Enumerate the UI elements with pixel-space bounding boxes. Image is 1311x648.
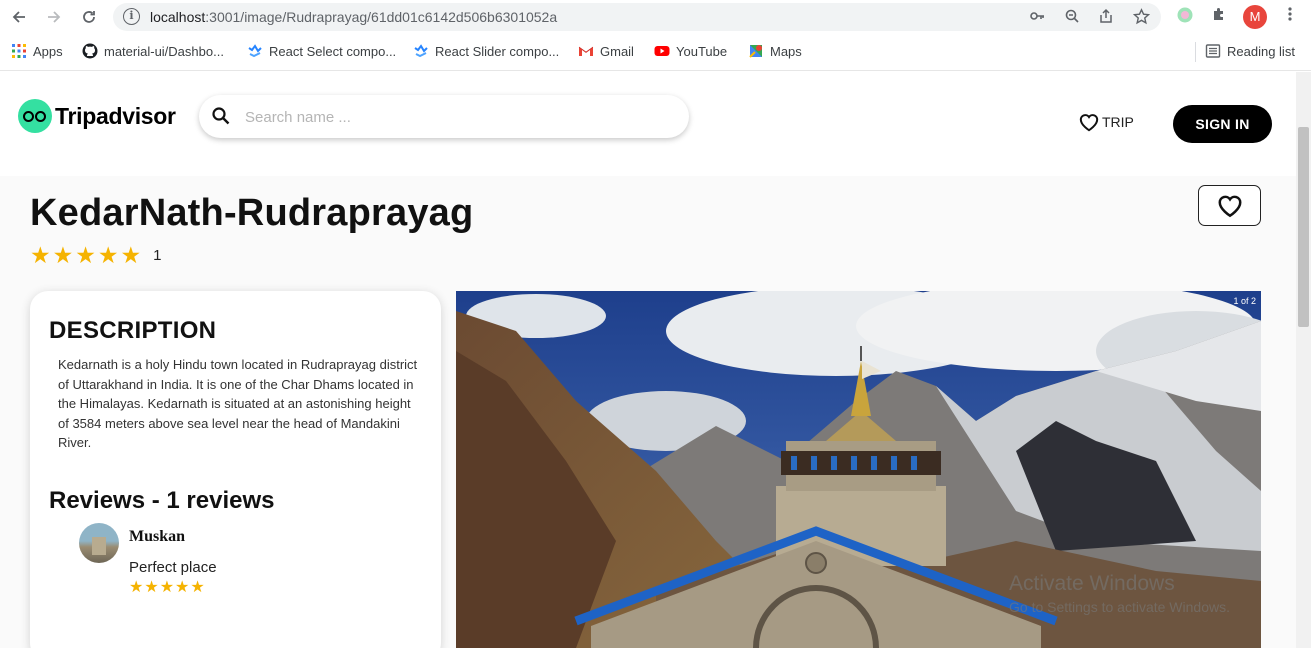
- site-header: Tripadvisor TRIP SIGN IN: [0, 72, 1296, 176]
- gmail-icon: [578, 46, 594, 56]
- bookmark-youtube[interactable]: YouTube: [654, 43, 727, 59]
- watermark-subtitle: Go to Settings to activate Windows.: [1009, 599, 1230, 615]
- star-icon: ★: [144, 579, 159, 596]
- description-text: Kedarnath is a holy Hindu town located i…: [58, 357, 418, 451]
- description-card: DESCRIPTION Kedarnath is a holy Hindu to…: [30, 291, 441, 648]
- url-text: localhost:3001/image/Rudraprayag/61dd01c…: [150, 9, 558, 25]
- reading-list-label: Reading list: [1227, 43, 1295, 59]
- reviews-heading: Reviews - 1 reviews: [49, 487, 275, 514]
- share-icon[interactable]: [1096, 8, 1116, 28]
- puzzle-icon[interactable]: [1208, 6, 1230, 28]
- windows-activation-watermark: Activate Windows Go to Settings to activ…: [1009, 572, 1230, 615]
- key-icon[interactable]: [1027, 8, 1047, 28]
- star-icon: ★: [129, 579, 144, 596]
- react-select-icon: [248, 44, 262, 58]
- bookmark-react-slider[interactable]: React Slider compo...: [413, 43, 559, 59]
- reading-list-button[interactable]: Reading list: [1205, 43, 1295, 59]
- bookmark-label: Gmail: [600, 43, 634, 59]
- heart-icon: [1079, 114, 1099, 132]
- star-icon: ★: [30, 242, 51, 268]
- menu-dots-icon[interactable]: [1279, 6, 1301, 28]
- bookmark-label: Maps: [770, 43, 802, 59]
- tripadvisor-logo[interactable]: Tripadvisor: [18, 99, 176, 133]
- maps-icon: [749, 45, 762, 58]
- place-title: KedarNath-Rudraprayag: [30, 192, 474, 234]
- bookmark-label: React Select compo...: [269, 43, 397, 59]
- description-heading: DESCRIPTION: [49, 317, 217, 344]
- bookmarks-separator: [1195, 42, 1196, 62]
- site-info-icon[interactable]: i: [123, 8, 140, 25]
- bookmark-apps[interactable]: Apps: [11, 43, 63, 59]
- github-icon: [82, 43, 98, 59]
- bookmark-label: material-ui/Dashbo...: [104, 43, 224, 59]
- forward-icon[interactable]: [42, 5, 66, 29]
- star-icon: ★: [52, 242, 74, 268]
- heart-icon: [1218, 195, 1241, 218]
- rating-count: 1: [153, 247, 162, 264]
- star-icon: ★: [190, 579, 205, 596]
- apps-grid-icon: [12, 44, 26, 58]
- owl-icon: [18, 99, 52, 133]
- search-icon: [212, 107, 230, 125]
- star-icon: ★: [120, 242, 142, 268]
- zoom-icon[interactable]: [1062, 8, 1082, 28]
- scrollbar-thumb[interactable]: [1298, 127, 1309, 327]
- page-scrollbar[interactable]: [1296, 72, 1311, 648]
- search-bar[interactable]: [199, 95, 689, 138]
- reviewer-avatar: [79, 523, 119, 563]
- trip-label: TRIP: [1102, 114, 1134, 130]
- youtube-icon: [654, 46, 670, 56]
- address-bar[interactable]: i localhost:3001/image/Rudraprayag/61dd0…: [113, 3, 1161, 31]
- extension-icon[interactable]: [1174, 6, 1196, 28]
- bookmark-label: React Slider compo...: [435, 43, 560, 59]
- photo-counter: 1 of 2: [1233, 296, 1256, 306]
- star-icon: ★: [97, 242, 119, 268]
- star-icon: ★: [159, 579, 175, 596]
- review-rating: ★ ★ ★ ★ ★: [129, 580, 205, 596]
- watermark-title: Activate Windows: [1009, 572, 1175, 595]
- favorite-button[interactable]: [1198, 185, 1261, 226]
- bookmark-label: Apps: [33, 43, 63, 59]
- star-icon: ★: [75, 242, 96, 268]
- page-content: Tripadvisor TRIP SIGN IN KedarNath-Rudra…: [0, 72, 1296, 648]
- sign-in-button[interactable]: SIGN IN: [1173, 105, 1272, 143]
- star-icon: ★: [175, 579, 190, 596]
- search-input[interactable]: [245, 105, 665, 129]
- trip-button[interactable]: TRIP: [1078, 112, 1134, 132]
- reviewer-name: Muskan: [129, 528, 186, 545]
- place-rating: ★ ★ ★ ★ ★ 1: [30, 244, 161, 267]
- bookmark-maps[interactable]: Maps: [748, 43, 802, 59]
- bookmark-gmail[interactable]: Gmail: [578, 43, 634, 59]
- brand-name: Tripadvisor: [55, 102, 176, 129]
- bookmark-star-icon[interactable]: [1131, 8, 1151, 28]
- back-icon[interactable]: [7, 5, 31, 29]
- review-text: Perfect place: [129, 559, 217, 576]
- bookmarks-bar: Apps material-ui/Dashbo... React Select …: [0, 38, 1311, 64]
- react-slider-icon: [414, 44, 428, 58]
- bookmark-label: YouTube: [676, 43, 728, 59]
- profile-avatar[interactable]: M: [1243, 5, 1267, 29]
- reload-icon[interactable]: [77, 5, 101, 29]
- bookmark-material-ui[interactable]: material-ui/Dashbo...: [82, 43, 224, 59]
- browser-chrome: i localhost:3001/image/Rudraprayag/61dd0…: [0, 0, 1311, 71]
- reading-list-icon: [1205, 44, 1221, 58]
- bookmark-react-select[interactable]: React Select compo...: [247, 43, 396, 59]
